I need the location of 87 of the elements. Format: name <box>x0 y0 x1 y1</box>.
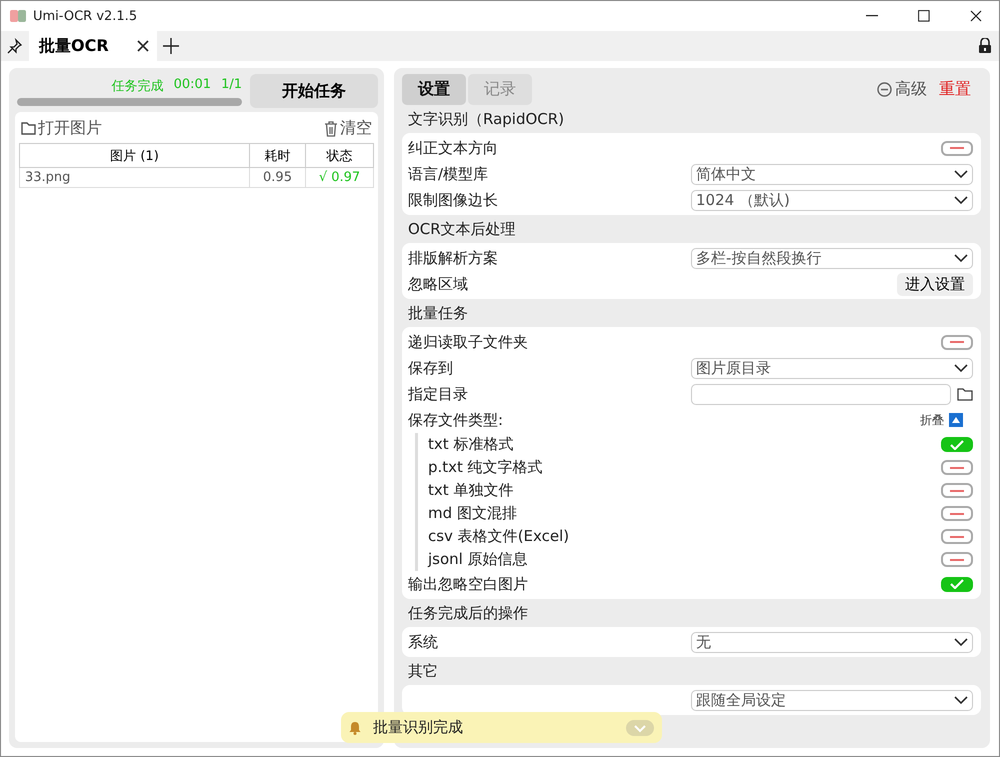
maximize-icon <box>918 10 930 22</box>
app-logo-icon <box>9 8 27 24</box>
check-icon <box>950 440 964 450</box>
start-task-button[interactable]: 开始任务 <box>250 74 378 108</box>
dropdown[interactable]: 跟随全局设定 <box>691 690 973 710</box>
toggle-switch[interactable] <box>941 140 973 156</box>
setting-label: 指定目录 <box>408 384 468 404</box>
folder-icon[interactable] <box>957 388 973 400</box>
table-cell: √ 0.97 <box>306 168 374 188</box>
chevron-down-icon <box>954 170 968 178</box>
table-cell: 33.png <box>20 168 250 188</box>
trash-icon <box>324 120 338 136</box>
toggle-switch[interactable] <box>941 506 973 521</box>
file-type-label: csv 表格文件(Excel) <box>428 527 570 546</box>
minus-circle-icon <box>877 82 892 97</box>
toggle-switch[interactable] <box>941 552 973 567</box>
setting-label: 忽略区域 <box>408 274 468 294</box>
dropdown[interactable]: 无 <box>691 632 973 652</box>
lock-icon[interactable] <box>978 38 992 54</box>
add-tab-icon[interactable] <box>162 38 179 54</box>
dropdown[interactable]: 简体中文 <box>691 164 973 184</box>
close-icon[interactable] <box>136 40 149 52</box>
close-icon <box>970 10 982 22</box>
file-type-label: p.txt 纯文字格式 <box>428 458 543 477</box>
tab[interactable]: 设置 <box>402 74 466 105</box>
tab[interactable]: 批量OCR <box>29 31 157 61</box>
minus-icon <box>950 146 964 150</box>
bell-icon <box>349 720 361 734</box>
section-title: 其它 <box>407 660 439 682</box>
setting-label: 递归读取子文件夹 <box>408 332 528 352</box>
setting-label: 保存文件类型: <box>408 410 504 430</box>
chevron-down-icon <box>954 638 968 646</box>
toggle-switch[interactable] <box>941 483 973 498</box>
column-header: 图片 (1) <box>20 144 250 168</box>
reset-button[interactable]: 重置 <box>939 79 971 100</box>
setting-label: 语言/模型库 <box>408 164 488 184</box>
file-type-label: txt 单独文件 <box>428 481 514 500</box>
file-type-label: md 图文混排 <box>428 504 517 523</box>
directory-field[interactable] <box>691 384 951 404</box>
section-title: 文字识别（RapidOCR) <box>407 108 566 130</box>
setting-label: 保存到 <box>408 358 453 378</box>
open-images-button[interactable]: 打开图片 <box>19 116 104 141</box>
toggle-switch[interactable] <box>941 334 973 350</box>
file-type-label: txt 标准格式 <box>428 435 514 454</box>
file-type-label: jsonl 原始信息 <box>428 550 528 569</box>
pin-icon[interactable] <box>7 38 23 54</box>
setting-label: 限制图像边长 <box>408 190 498 210</box>
toggle-switch[interactable] <box>941 437 973 452</box>
elapsed-time: 00:01 <box>174 76 212 94</box>
enter-settings-button[interactable]: 进入设置 <box>897 272 973 296</box>
setting-label: 排版解析方案 <box>408 248 498 268</box>
minus-icon <box>950 340 964 344</box>
collapse-button[interactable]: 折叠 <box>920 412 973 428</box>
column-header: 耗时 <box>250 144 306 168</box>
toast-message: 批量识别完成 <box>373 718 464 737</box>
folder-icon <box>21 122 36 135</box>
minus-icon <box>950 488 964 492</box>
task-count: 1/1 <box>221 76 242 94</box>
minus-icon <box>950 534 964 538</box>
dropdown[interactable]: 图片原目录 <box>691 358 973 378</box>
clear-button[interactable]: 清空 <box>322 116 374 141</box>
minus-icon <box>950 466 964 470</box>
chevron-down-icon <box>954 254 968 262</box>
chevron-down-icon <box>954 196 968 204</box>
setting-label: 系统 <box>408 632 438 652</box>
table-cell: 0.95 <box>250 168 306 188</box>
section-title: 任务完成后的操作 <box>407 602 529 624</box>
setting-label: 输出忽略空白图片 <box>408 574 528 594</box>
toggle-switch[interactable] <box>941 460 973 475</box>
window-title: Umi-OCR v2.1.5 <box>33 8 138 24</box>
dropdown[interactable]: 1024 （默认) <box>691 190 973 210</box>
chevron-down-icon <box>954 364 968 372</box>
check-icon <box>950 579 964 589</box>
toggle-switch[interactable] <box>941 529 973 544</box>
dropdown[interactable]: 多栏-按自然段换行 <box>691 248 973 268</box>
task-status: 任务完成 <box>112 78 164 94</box>
chevron-down-icon <box>954 696 968 704</box>
minimize-icon <box>866 15 878 17</box>
section-title: OCR文本后处理 <box>407 218 517 240</box>
minus-icon <box>950 512 964 516</box>
triangle-up-icon <box>949 413 963 427</box>
advanced-button[interactable]: 高级 <box>877 79 927 100</box>
section-title: 批量任务 <box>407 302 469 324</box>
minus-icon <box>950 558 964 562</box>
toggle-switch[interactable] <box>941 576 973 592</box>
setting-label: 纠正文本方向 <box>408 138 498 158</box>
column-header: 状态 <box>306 144 374 168</box>
